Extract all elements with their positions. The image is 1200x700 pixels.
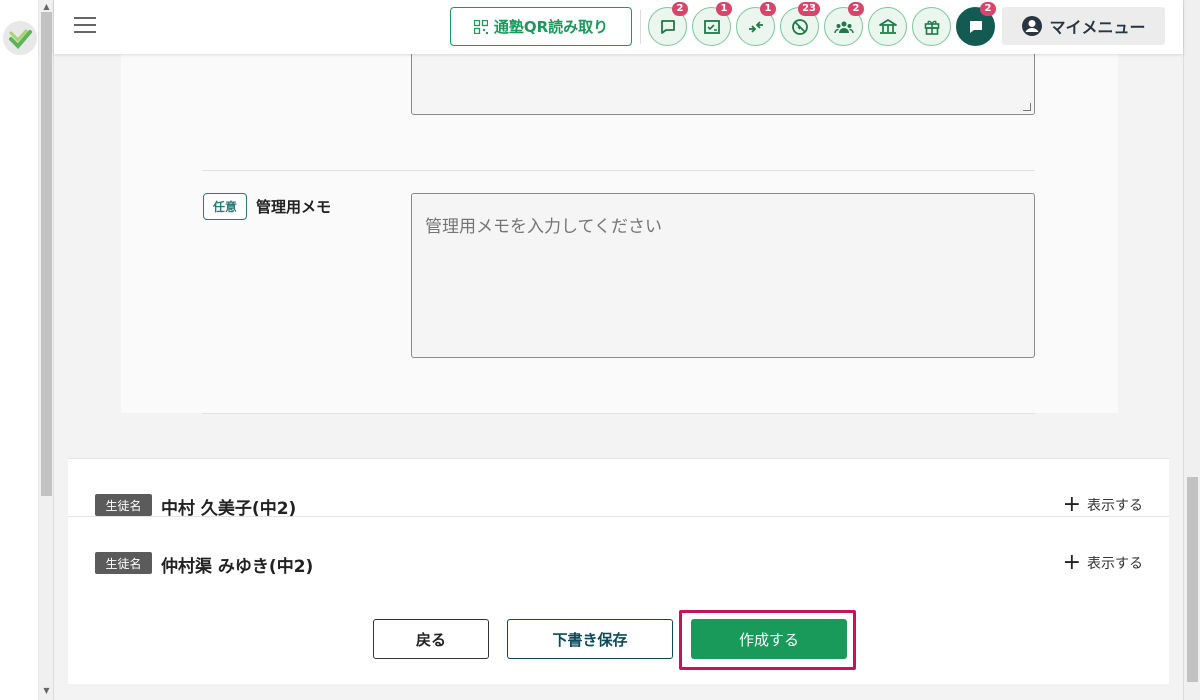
hamburger-menu-icon[interactable]	[74, 17, 96, 35]
checklist-icon	[703, 19, 720, 34]
show-details-toggle[interactable]: + 表示する	[1063, 494, 1143, 516]
header-separator	[640, 10, 641, 44]
gift-icon	[924, 20, 939, 35]
transfer-nav-button[interactable]: 1	[736, 2, 776, 46]
school-nav-button[interactable]	[868, 7, 907, 46]
messages-badge: 2	[672, 2, 688, 16]
right-scrollbar-thumb[interactable]	[1187, 477, 1198, 682]
chat-nav-button[interactable]: 2	[956, 2, 996, 46]
show-toggle-label: 表示する	[1087, 556, 1143, 572]
absence-badge: 23	[798, 2, 820, 16]
no-entry-icon	[791, 18, 808, 35]
my-menu-button[interactable]: マイメニュー	[1002, 7, 1165, 45]
qr-scan-label: 通塾QR読み取り	[493, 18, 609, 36]
groups-badge: 2	[848, 2, 864, 16]
student-name: 中村 久美子(中2)	[161, 499, 297, 519]
student-list: 生徒名 中村 久美子(中2) + 表示する 生徒名 仲村渠 みゆき(中2) + …	[68, 458, 1169, 593]
absence-nav-button[interactable]: 23	[780, 2, 820, 46]
resize-grip-icon[interactable]	[1023, 103, 1031, 111]
left-rail	[0, 0, 39, 700]
gift-nav-button[interactable]	[912, 7, 951, 46]
groups-nav-button[interactable]: 2	[824, 2, 864, 46]
student-row[interactable]: 生徒名 中村 久美子(中2) + 表示する	[68, 459, 1169, 519]
student-name: 仲村渠 みゆき(中2)	[161, 557, 314, 577]
show-toggle-label: 表示する	[1087, 498, 1143, 514]
my-menu-label: マイメニュー	[1049, 18, 1146, 37]
right-scrollbar[interactable]	[1183, 0, 1200, 700]
top-header: 通塾QR読み取り 2 1 1 23 2 2 マイメニュー	[54, 0, 1183, 54]
speech-bubble-icon	[660, 19, 675, 34]
show-details-toggle[interactable]: + 表示する	[1063, 552, 1143, 574]
transfer-badge: 1	[760, 2, 776, 16]
chat-badge: 2	[980, 2, 996, 16]
qr-code-icon	[473, 19, 488, 34]
scroll-down-icon[interactable]: ▼	[39, 686, 54, 695]
student-name-tag: 生徒名	[95, 494, 152, 516]
plus-icon: +	[1062, 550, 1081, 575]
optional-badge: 任意	[203, 193, 247, 220]
admin-memo-textarea[interactable]	[411, 193, 1035, 358]
student-name-tag: 生徒名	[95, 552, 152, 574]
scroll-up-icon[interactable]: ▲	[39, 2, 54, 11]
create-button[interactable]: 作成する	[691, 619, 847, 659]
user-avatar-icon	[1022, 16, 1043, 36]
messages-nav-button[interactable]: 2	[648, 2, 688, 46]
qr-scan-button[interactable]: 通塾QR読み取り	[450, 7, 632, 46]
chat-bubble-icon	[969, 20, 982, 33]
back-button[interactable]: 戻る	[373, 619, 489, 659]
left-scrollbar-thumb[interactable]	[41, 12, 52, 496]
arrows-merge-icon	[748, 20, 763, 33]
form-bottom-divider	[202, 413, 1035, 414]
field-divider	[202, 170, 1035, 171]
bank-building-icon	[878, 18, 897, 34]
group-people-icon	[833, 21, 854, 33]
form-footer: 戻る 下書き保存 作成する	[68, 592, 1169, 684]
memo-field-label: 管理用メモ	[256, 198, 332, 216]
save-draft-button[interactable]: 下書き保存	[507, 619, 673, 659]
tasks-nav-button[interactable]: 1	[692, 2, 732, 46]
app-logo-icon[interactable]	[3, 21, 37, 55]
student-row[interactable]: 生徒名 仲村渠 みゆき(中2) + 表示する	[68, 535, 1169, 593]
plus-icon: +	[1062, 492, 1081, 517]
left-scrollbar[interactable]: ▲ ▼	[39, 0, 54, 700]
tasks-badge: 1	[716, 2, 732, 16]
